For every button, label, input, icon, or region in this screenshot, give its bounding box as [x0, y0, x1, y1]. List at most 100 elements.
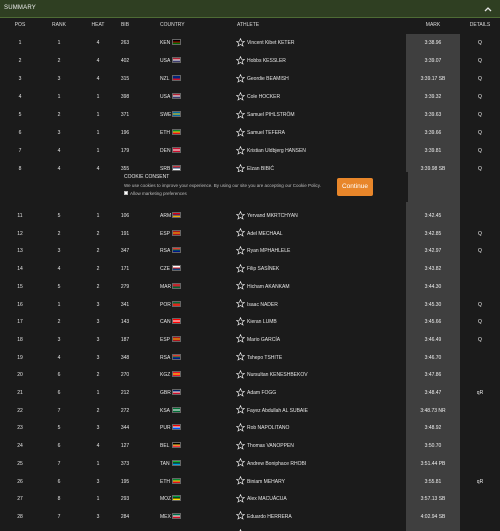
favorite-star-icon[interactable] — [236, 316, 245, 326]
country-flag-icon — [172, 495, 181, 502]
favorite-star-icon[interactable] — [236, 422, 245, 432]
cell-athlete[interactable]: Nursultan KENESHBEKOV — [247, 372, 308, 378]
table-row[interactable]: 3 3 4 315 NZL Geordie BEAMISH 3:39.17 SB Q — [0, 70, 500, 88]
cell-athlete[interactable]: Kieran LUMB — [247, 319, 277, 325]
favorite-star-icon[interactable] — [236, 37, 245, 47]
favorite-star-icon[interactable] — [236, 405, 245, 414]
cell-athlete[interactable]: Yervand MKRTCHYAN — [247, 213, 298, 219]
favorite-star-icon[interactable] — [236, 210, 245, 220]
table-row[interactable]: 19 4 3 348 RSA Tshepo TSHITE 3:46.70 — [0, 349, 500, 367]
favorite-star-icon[interactable] — [236, 493, 245, 503]
table-row[interactable]: 13 3 2 347 RSA Ryan MPHAHLELE 3:42.97 Q — [0, 242, 500, 260]
cell-athlete[interactable]: Geordie BEAMISH — [247, 76, 289, 82]
cell-heat: 2 — [96, 283, 100, 290]
favorite-star-icon[interactable] — [236, 511, 245, 521]
cell-mark: 3:38.96 — [424, 40, 442, 46]
table-row[interactable]: 21 6 1 212 GBR Adam FOGG 3:48.47 qR — [0, 384, 500, 402]
table-row[interactable]: 27 8 1 293 MOZ Alex MACUÁCUA 3:57.13 SB — [0, 490, 500, 508]
favorite-star-icon[interactable] — [236, 299, 245, 308]
cell-country: NZL — [160, 76, 170, 82]
favorite-star-icon[interactable] — [236, 281, 245, 291]
cell-athlete[interactable]: Hobbs KESSLER — [247, 58, 286, 64]
favorite-star-icon[interactable] — [236, 263, 245, 273]
cell-athlete[interactable]: Alex MACUÁCUA — [247, 496, 287, 502]
favorite-star-icon[interactable] — [236, 440, 245, 450]
favorite-star-icon[interactable] — [236, 458, 245, 468]
cell-athlete[interactable]: Kristian Uldbjerg HANSEN — [247, 148, 306, 154]
cell-athlete[interactable]: Isaac NADER — [247, 302, 278, 308]
table-row[interactable]: 1 1 4 263 KEN Vincent Kibet KETER 3:38.96 Q — [0, 34, 500, 52]
favorite-star-icon[interactable] — [236, 334, 245, 344]
table-row[interactable]: 23 5 3 344 PUR Rob NAPOLITANO 3:48.92 — [0, 419, 500, 437]
table-row[interactable]: 24 6 4 127 BEL Thomas VANOPPEN 3:50.70 — [0, 437, 500, 455]
favorite-star-icon[interactable] — [236, 127, 245, 137]
table-row[interactable]: 17 2 3 143 CAN Kieran LUMB 3:45.66 Q — [0, 313, 500, 331]
table-row[interactable]: 14 4 2 171 CZE Filip SASÍNEK 3:43.82 — [0, 260, 500, 278]
table-row[interactable]: 22 7 2 272 KSA Fayez Abdullah AL SUBAIE 3:48.7… — [0, 402, 500, 420]
chevron-up-icon[interactable] — [482, 3, 494, 15]
cell-pos: 18 — [17, 336, 23, 343]
cell-athlete[interactable]: Samuel PIHLSTRÖM — [247, 112, 295, 118]
favorite-star-icon[interactable] — [236, 245, 245, 255]
cell-rank: 5 — [57, 425, 61, 432]
favorite-star-icon[interactable] — [236, 476, 245, 485]
cell-bib: 373 — [120, 460, 130, 467]
country-flag-icon — [172, 111, 181, 117]
cell-athlete[interactable]: Fayez Abdullah AL SUBAIE — [247, 408, 308, 414]
cell-athlete[interactable]: Vincent Kibet KETER — [247, 40, 294, 46]
table-row[interactable]: 18 3 3 187 ESP Mario GARCÍA 3:46.49 Q — [0, 331, 500, 349]
cell-athlete[interactable]: Mario GARCÍA — [247, 337, 280, 343]
cell-athlete[interactable]: Eduardo HERRERA — [247, 514, 292, 520]
table-row[interactable]: 4211GBRCallum ELSONDNF — [0, 526, 500, 531]
favorite-star-icon[interactable] — [236, 145, 245, 155]
marketing-checkbox[interactable] — [124, 191, 128, 195]
cell-athlete[interactable]: Tshepo TSHITE — [247, 355, 282, 361]
table-row[interactable]: 28 7 3 284 MEX Eduardo HERRERA 4:02.94 SB — [0, 508, 500, 526]
favorite-star-icon[interactable] — [236, 352, 245, 361]
favorite-star-icon[interactable] — [236, 369, 245, 379]
cell-country: MOZ — [160, 496, 172, 503]
cell-athlete[interactable]: Rob NAPOLITANO — [247, 425, 289, 431]
table-row[interactable]: 4 1 1 398 USA Cole HOCKER 3:39.32 Q — [0, 88, 500, 106]
continue-button[interactable]: Continue — [337, 178, 373, 196]
summary-header[interactable]: SUMMARY — [0, 0, 500, 18]
cell-athlete[interactable]: Andrew Boniphace RHOBI — [247, 461, 306, 467]
cell-athlete[interactable]: Adel MECHAAL — [247, 231, 283, 237]
cell-athlete[interactable]: Adam FOGG — [247, 390, 276, 396]
cell-athlete[interactable]: Thomas VANOPPEN — [247, 443, 294, 449]
table-row[interactable]: 26 6 3 195 ETH Biniam MEHARY 3:55.81 qR — [0, 473, 500, 491]
table-row[interactable]: 12 2 2 191 ESP Adel MECHAAL 3:42.85 Q — [0, 225, 500, 243]
table-row[interactable]: 5 2 1 371 SWE Samuel PIHLSTRÖM 3:39.63 Q — [0, 106, 500, 124]
cell-country: CZE — [160, 266, 170, 273]
table-row[interactable]: 2 2 4 402 USA Hobbs KESSLER 3:39.07 Q — [0, 52, 500, 70]
favorite-star-icon[interactable] — [236, 91, 245, 101]
table-row[interactable]: 7 4 1 179 DEN Kristian Uldbjerg HANSEN 3:39.81… — [0, 142, 500, 160]
cell-mark: 3:50.70 — [424, 443, 442, 450]
cell-athlete[interactable]: Cole HOCKER — [247, 94, 280, 100]
cell-country: RSA — [160, 248, 171, 255]
table-row[interactable]: 15 5 2 279 MAR Hicham AKANKAM 3:44.30 — [0, 278, 500, 296]
cell-rank: 4 — [57, 148, 61, 154]
cell-athlete[interactable]: Samuel TEFERA — [247, 130, 285, 136]
favorite-star-icon[interactable] — [236, 73, 245, 83]
favorite-star-icon[interactable] — [236, 387, 245, 397]
table-row[interactable]: 6 3 1 196 ETH Samuel TEFERA 3:39.66 Q — [0, 124, 500, 142]
table-row[interactable]: 11 5 1 106 ARM Yervand MKRTCHYAN 3:42.45 — [0, 207, 500, 225]
table-row[interactable]: 20 6 2 270 KGZ Nursultan KENESHBEKOV 3:47.86 — [0, 366, 500, 384]
favorite-star-icon[interactable] — [236, 228, 245, 237]
favorite-star-icon[interactable] — [236, 109, 245, 119]
cell-country: USA — [160, 58, 171, 64]
cell-heat: 2 — [96, 372, 100, 379]
cell-athlete[interactable]: Hicham AKANKAM — [247, 284, 290, 290]
table-row[interactable]: 25 7 1 373 TAN Andrew Boniphace RHOBI 3:51.44 … — [0, 455, 500, 473]
cell-pos: 20 — [17, 372, 23, 379]
cell-pos: 7 — [18, 148, 22, 154]
table-row[interactable]: 16 1 3 341 POR Isaac NADER 3:45.30 Q — [0, 296, 500, 314]
country-flag-icon — [172, 93, 181, 99]
cell-athlete[interactable]: Filip SASÍNEK — [247, 266, 279, 272]
cell-athlete[interactable]: Biniam MEHARY — [247, 479, 285, 485]
favorite-star-icon[interactable] — [236, 55, 245, 65]
col-athlete: ATHLETE — [237, 22, 260, 28]
cell-rank: 6 — [57, 372, 61, 379]
cell-athlete[interactable]: Ryan MPHAHLELE — [247, 248, 290, 254]
